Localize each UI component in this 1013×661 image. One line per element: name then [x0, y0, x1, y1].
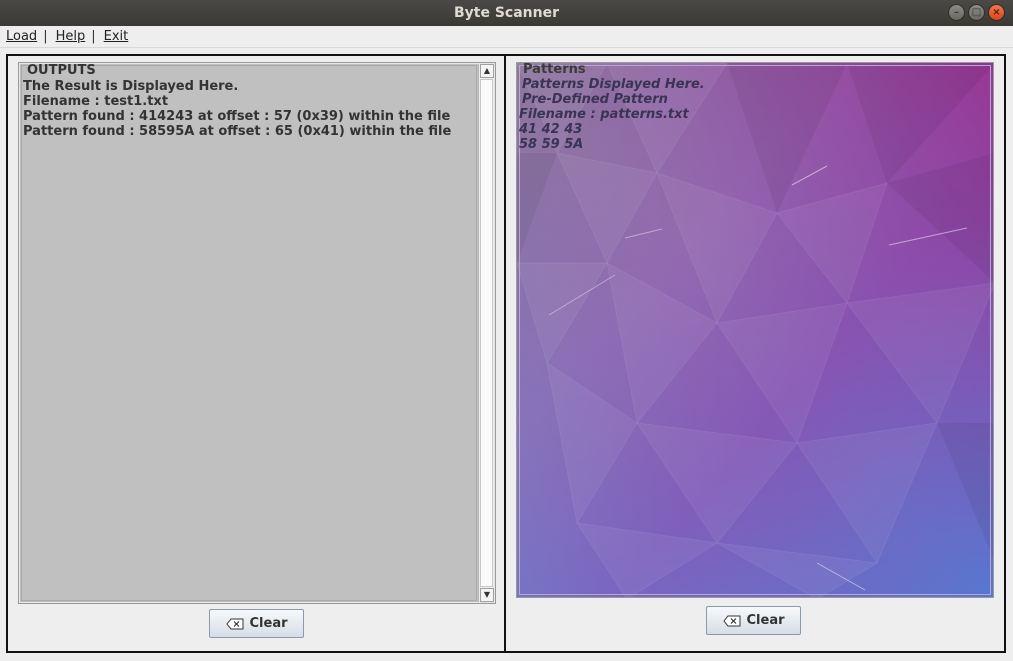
pattern-line: 58 59 5A	[519, 137, 584, 152]
main-content: OUTPUTS The Result is Displayed Here. Fi…	[0, 48, 1013, 661]
menu-bar: Load | Help | Exit	[0, 26, 1013, 48]
patterns-lines: Patterns Displayed Here. Pre-Defined Pat…	[519, 77, 705, 152]
output-line: Filename : test1.txt	[23, 94, 169, 109]
menu-exit[interactable]: Exit	[104, 29, 129, 44]
outputs-text-area[interactable]: OUTPUTS The Result is Displayed Here. Fi…	[18, 62, 496, 604]
maximize-icon[interactable]: □	[968, 4, 985, 21]
close-icon[interactable]: ×	[988, 4, 1005, 21]
scroll-down-icon[interactable]: ▼	[480, 588, 494, 602]
patterns-panel: Patterns Patterns Displayed Here. Pre-De…	[504, 54, 1006, 653]
window-controls: – □ ×	[948, 4, 1005, 21]
outputs-lines: The Result is Displayed Here. Filename :…	[23, 79, 451, 139]
menu-separator: |	[43, 29, 48, 44]
pattern-line: Patterns Displayed Here.	[522, 77, 705, 92]
window-title: Byte Scanner	[453, 5, 560, 21]
pattern-line: Filename : patterns.txt	[519, 107, 689, 122]
title-bar: Byte Scanner – □ ×	[0, 0, 1013, 26]
outputs-panel: OUTPUTS The Result is Displayed Here. Fi…	[6, 54, 506, 653]
outputs-frame	[21, 65, 477, 601]
clear-icon	[225, 618, 243, 629]
pattern-line: 41 42 43	[519, 122, 583, 137]
patterns-title: Patterns	[523, 62, 586, 77]
minimize-icon[interactable]: –	[948, 4, 965, 21]
output-line: The Result is Displayed Here.	[23, 79, 239, 94]
output-line: Pattern found : 414243 at offset : 57 (0…	[23, 109, 451, 124]
clear-icon	[722, 615, 740, 626]
clear-label: Clear	[249, 616, 288, 631]
menu-help[interactable]: Help	[56, 29, 86, 44]
scroll-up-icon[interactable]: ▲	[480, 64, 494, 78]
patterns-area[interactable]: Patterns Patterns Displayed Here. Pre-De…	[516, 62, 994, 598]
clear-label: Clear	[746, 613, 785, 628]
output-line: Pattern found : 58595A at offset : 65 (0…	[23, 124, 452, 139]
menu-load[interactable]: Load	[6, 29, 37, 44]
pattern-line: Pre-Defined Pattern	[522, 92, 668, 107]
outputs-scrollbar[interactable]: ▲ ▼	[478, 64, 494, 602]
menu-separator: |	[91, 29, 96, 44]
scroll-thumb[interactable]	[480, 79, 493, 587]
outputs-title: OUTPUTS	[27, 63, 96, 78]
clear-patterns-button[interactable]: Clear	[706, 606, 801, 635]
clear-outputs-button[interactable]: Clear	[209, 609, 304, 638]
